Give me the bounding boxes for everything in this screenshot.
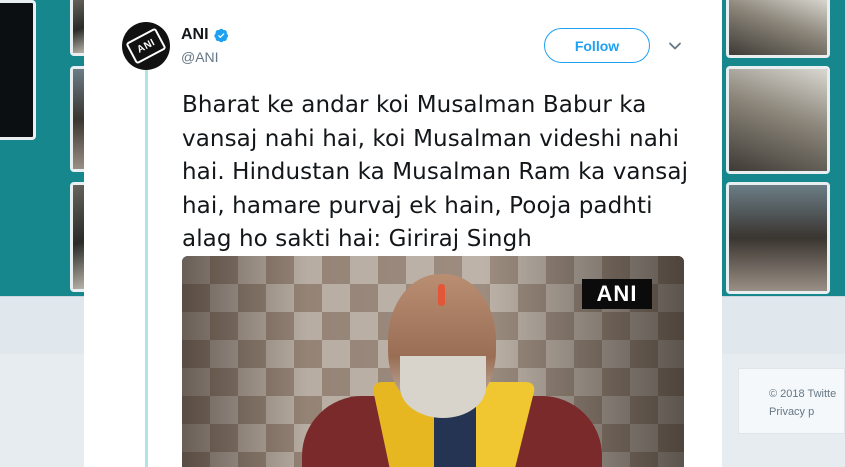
footer-privacy-link[interactable]: Privacy p — [769, 403, 836, 421]
background-photo-tile — [726, 0, 830, 58]
background-photo-tile — [0, 0, 36, 140]
thread-line — [145, 70, 148, 467]
background-photo-tile — [726, 66, 830, 174]
media-figure-tilak — [438, 284, 445, 306]
ani-logo-icon: ANI — [125, 27, 167, 65]
author-name-row[interactable]: ANI — [181, 26, 229, 44]
author-handle[interactable]: @ANI — [181, 49, 219, 65]
avatar[interactable]: ANI — [122, 22, 170, 70]
avatar-logo-text: ANI — [135, 36, 157, 56]
media-watermark: ANI — [582, 279, 652, 309]
display-name[interactable]: ANI — [181, 26, 209, 44]
footer-copyright: © 2018 Twitte — [769, 388, 837, 400]
footer-links: © 2018 Twitte Privacy p — [769, 385, 836, 421]
follow-button[interactable]: Follow — [544, 28, 650, 63]
tweet-text: Bharat ke andar koi Musalman Babur ka va… — [182, 92, 689, 252]
media-figure-beard — [400, 356, 486, 418]
verified-badge-icon — [213, 28, 228, 42]
chevron-down-icon[interactable] — [667, 38, 683, 54]
background-photo-tile — [726, 182, 830, 294]
